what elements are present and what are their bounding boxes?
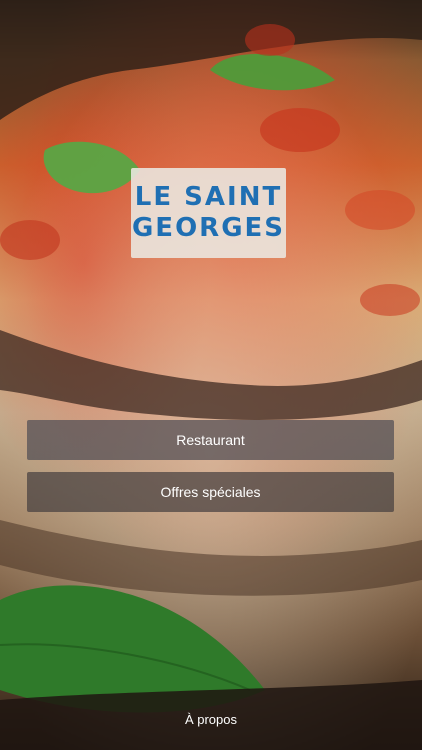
restaurant-button[interactable]: Restaurant [27,420,394,460]
special-offers-button[interactable]: Offres spéciales [27,472,394,512]
logo-title-line1: LE SAINT [134,182,283,212]
background-food-photo [0,0,422,750]
logo-title-line2: GEORGES [131,213,286,243]
app-logo: LE SAINT GEORGES [131,168,286,258]
about-link[interactable]: À propos [0,712,422,727]
